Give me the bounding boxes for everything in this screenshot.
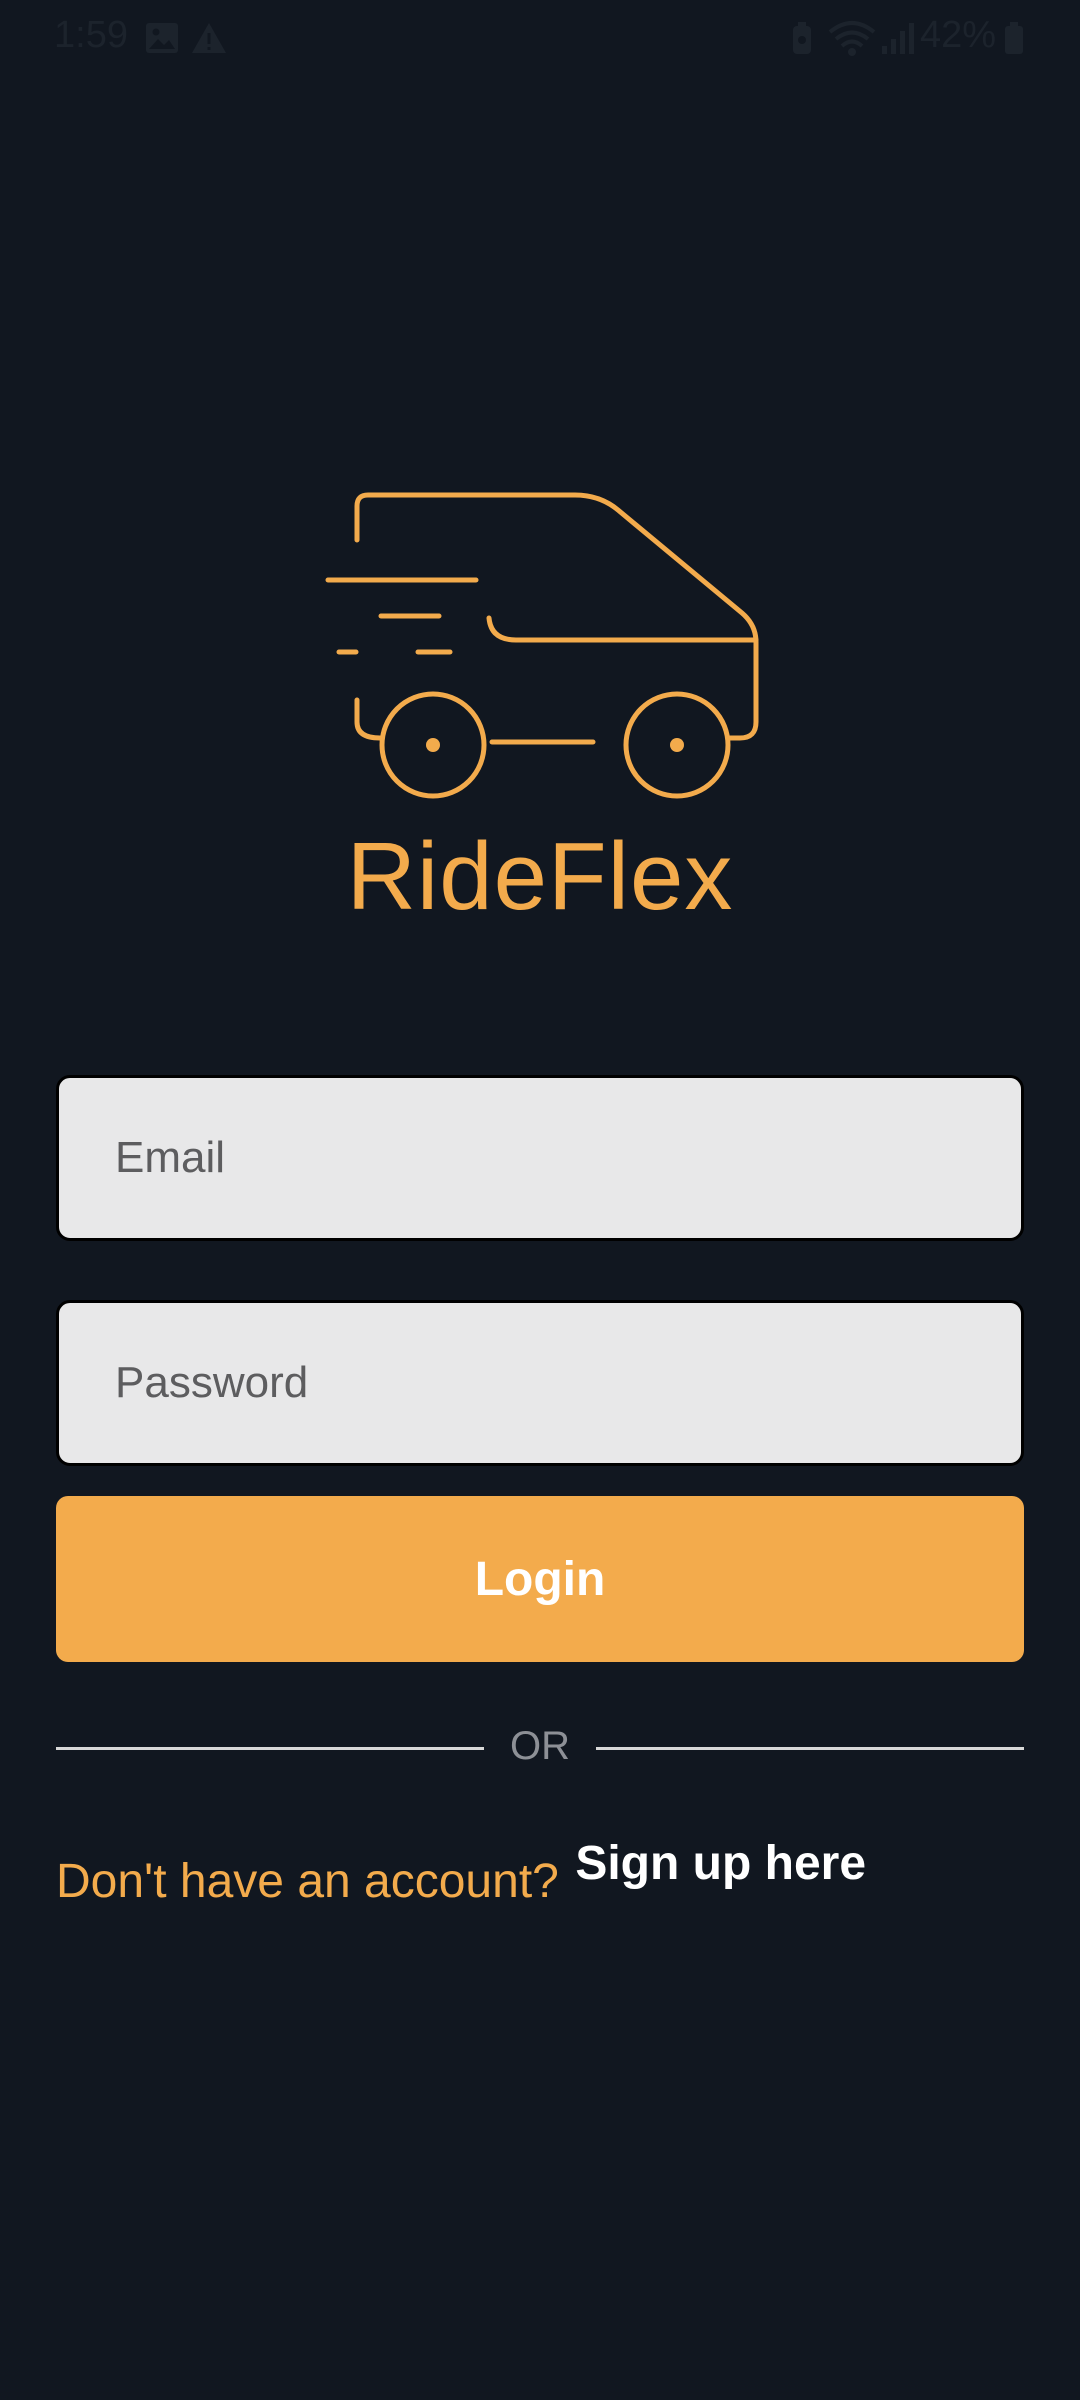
password-field[interactable] [56, 1300, 1024, 1466]
divider-or-label: OR [510, 1724, 570, 1768]
app-name: RideFlex [346, 823, 734, 930]
login-button[interactable]: Login [56, 1496, 1024, 1662]
status-bar: 1:59 42% [0, 0, 1080, 80]
battery-icon [1002, 20, 1026, 61]
signup-row: Don't have an account? Sign up here [56, 1836, 866, 1909]
van-icon [320, 480, 760, 810]
battery-percentage: 42% [919, 14, 996, 56]
status-time: 1:59 [54, 14, 128, 56]
wifi-icon [828, 20, 876, 63]
signal-icon [880, 20, 916, 61]
divider-line-left [56, 1747, 484, 1750]
email-field[interactable] [56, 1075, 1024, 1241]
signup-prompt: Don't have an account? [56, 1855, 559, 1908]
battery-saver-icon [790, 20, 814, 61]
divider-line-right [596, 1747, 1024, 1750]
image-icon [144, 20, 180, 61]
warning-icon [190, 20, 228, 61]
signup-link[interactable]: Sign up here [575, 1836, 866, 1891]
